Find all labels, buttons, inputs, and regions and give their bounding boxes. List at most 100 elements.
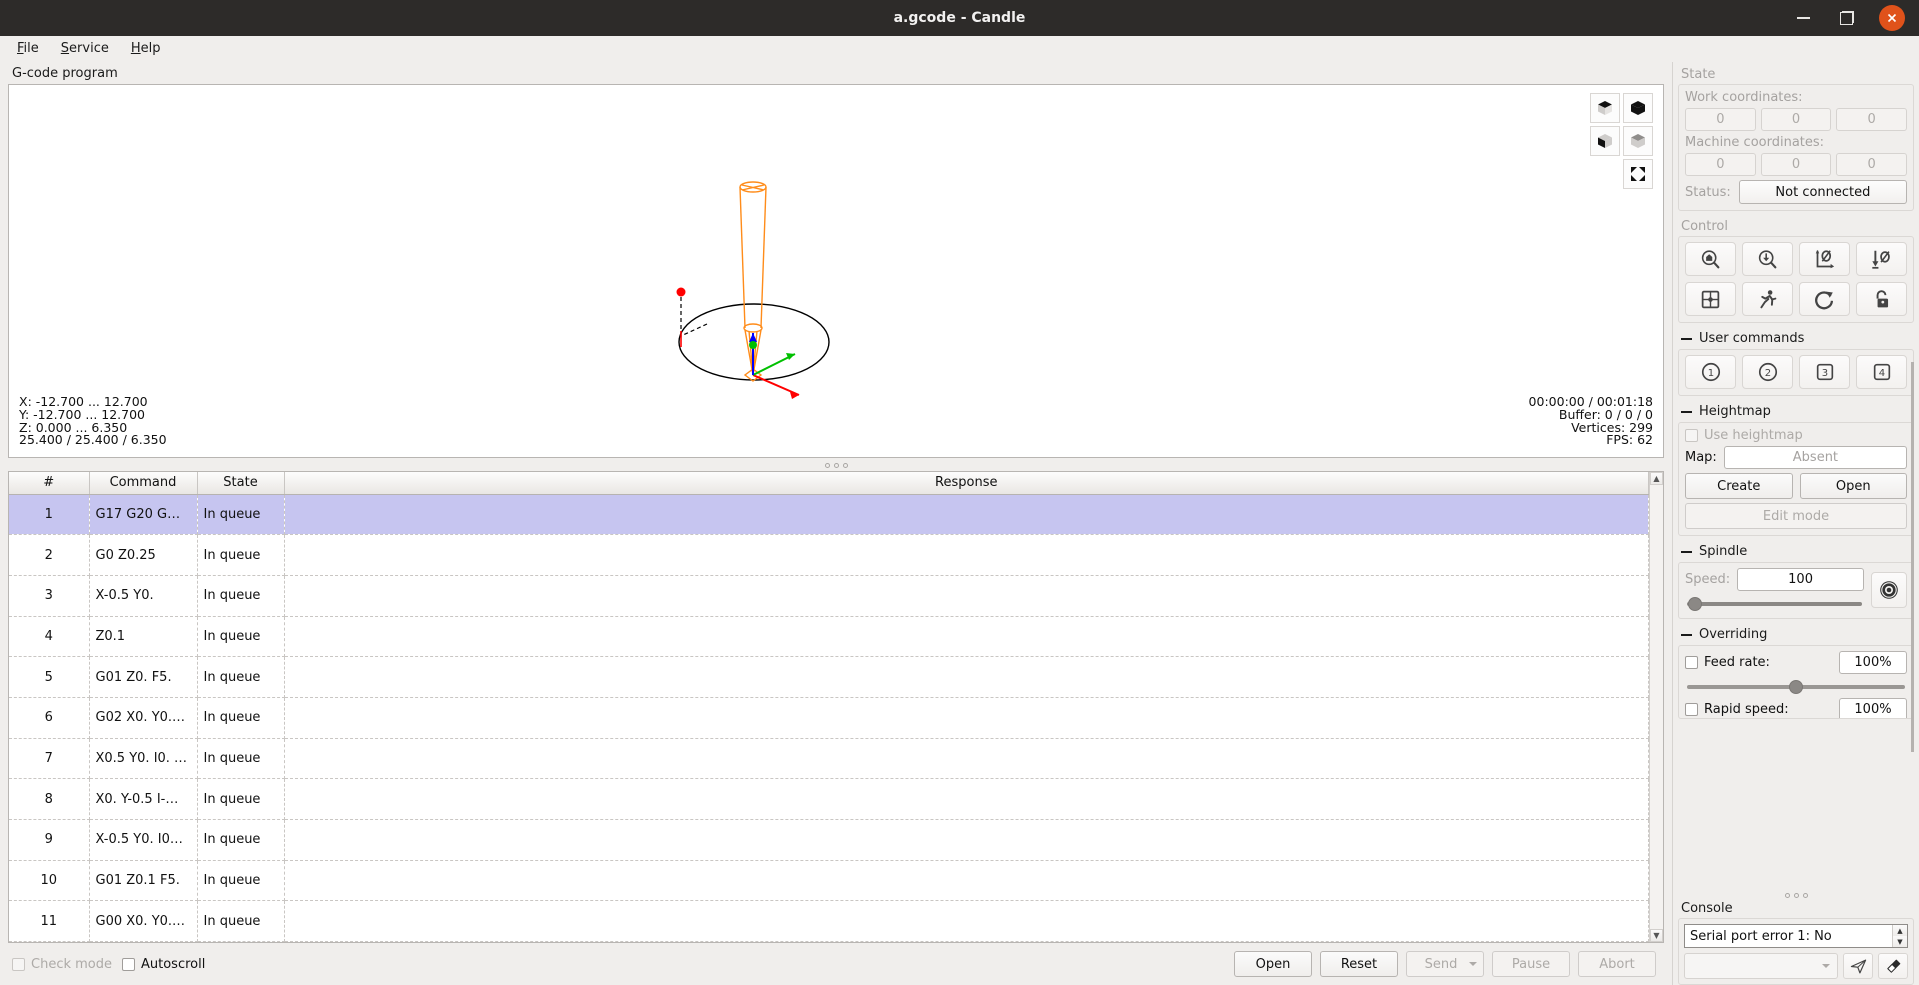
- iso-view-button[interactable]: [1590, 93, 1620, 123]
- feed-rate-field[interactable]: 100%: [1839, 651, 1907, 674]
- console-command-input[interactable]: [1684, 953, 1838, 979]
- heightmap-map-field[interactable]: Absent: [1723, 446, 1907, 469]
- minimize-button[interactable]: [1791, 6, 1815, 30]
- console-scroll-down[interactable]: ▼: [1893, 936, 1907, 947]
- table-row[interactable]: 10 G01 Z0.1 F5. In queue: [9, 860, 1649, 902]
- viewport-canvas[interactable]: [9, 85, 1663, 458]
- menu-file[interactable]: File: [8, 38, 48, 59]
- safe-position-button[interactable]: [1742, 242, 1793, 276]
- fit-button[interactable]: [1623, 159, 1653, 189]
- clear-console-button[interactable]: [1878, 953, 1908, 979]
- maximize-button[interactable]: [1835, 6, 1859, 30]
- heightmap-section[interactable]: Heightmap: [1678, 399, 1914, 422]
- machine-z-field[interactable]: 0: [1836, 153, 1908, 176]
- header-response[interactable]: Response: [284, 472, 1649, 495]
- user-command-4-button[interactable]: 4: [1856, 355, 1907, 389]
- spindle-speed-slider[interactable]: [1685, 596, 1864, 612]
- feed-rate-slider[interactable]: [1685, 679, 1907, 695]
- send-command-button[interactable]: [1843, 953, 1873, 979]
- rapid-speed-field[interactable]: 100%: [1839, 698, 1907, 718]
- console-scroll-up[interactable]: ▲: [1893, 925, 1907, 936]
- control-groupbox: [1678, 236, 1914, 323]
- cell-response: [284, 738, 1649, 780]
- front-view-button[interactable]: [1590, 126, 1620, 156]
- abort-button[interactable]: Abort: [1578, 951, 1656, 977]
- work-x-field[interactable]: 0: [1685, 108, 1756, 131]
- use-heightmap-checkbox[interactable]: Use heightmap: [1685, 428, 1907, 443]
- left-view-button[interactable]: [1623, 126, 1653, 156]
- table-row[interactable]: 2 G0 Z0.25 In queue: [9, 534, 1649, 576]
- header-num[interactable]: #: [9, 472, 90, 495]
- home-button[interactable]: [1685, 242, 1736, 276]
- table-row[interactable]: 7 X0.5 Y0. I0. … In queue: [9, 738, 1649, 780]
- right-panel-splitter[interactable]: [1678, 890, 1914, 901]
- gcode-table-scrollbar[interactable]: ▲ ▼: [1649, 472, 1663, 942]
- user-command-3-button[interactable]: 3: [1799, 355, 1850, 389]
- spindle-toggle-button[interactable]: [1871, 572, 1907, 608]
- close-button[interactable]: [1879, 5, 1905, 31]
- work-y-field[interactable]: 0: [1760, 108, 1832, 131]
- reset-button[interactable]: Reset: [1320, 951, 1398, 977]
- reset-control-button[interactable]: [1799, 282, 1850, 316]
- scroll-up-arrow[interactable]: ▲: [1650, 472, 1663, 485]
- collapse-minus-icon: [1681, 633, 1692, 636]
- heightmap-create-button[interactable]: Create: [1685, 473, 1793, 499]
- top-view-button[interactable]: [1623, 93, 1653, 123]
- table-row[interactable]: 4 Z0.1 In queue: [9, 616, 1649, 658]
- zero-xy-button[interactable]: [1799, 242, 1850, 276]
- cell-num: 3: [9, 575, 90, 617]
- zero-z-button[interactable]: [1856, 242, 1907, 276]
- cell-num: 9: [9, 819, 90, 861]
- user-commands-section[interactable]: User commands: [1678, 326, 1914, 349]
- spindle-section[interactable]: Spindle: [1678, 539, 1914, 562]
- cell-command: G02 X0. Y0.…: [89, 697, 198, 739]
- pause-button[interactable]: Pause: [1492, 951, 1570, 977]
- heightmap-edit-mode-button[interactable]: Edit mode: [1685, 503, 1907, 529]
- check-mode-checkbox[interactable]: Check mode: [12, 957, 112, 972]
- table-row[interactable]: 11 G00 X0. Y0.… In queue: [9, 900, 1649, 942]
- machine-y-field[interactable]: 0: [1760, 153, 1832, 176]
- feed-rate-checkbox[interactable]: Feed rate:: [1685, 655, 1832, 670]
- open-button[interactable]: Open: [1234, 951, 1312, 977]
- console-last-line: Serial port error 1: No: [1690, 928, 1832, 944]
- run-button[interactable]: [1742, 282, 1793, 316]
- autoscroll-box: [122, 957, 135, 971]
- autoscroll-checkbox[interactable]: Autoscroll: [122, 957, 205, 972]
- user-command-1-button[interactable]: 1: [1685, 355, 1736, 389]
- table-row[interactable]: 3 X-0.5 Y0. In queue: [9, 575, 1649, 617]
- scroll-down-arrow[interactable]: ▼: [1650, 929, 1663, 942]
- heightmap-open-button[interactable]: Open: [1799, 473, 1907, 499]
- menu-service[interactable]: Service: [52, 38, 118, 59]
- spindle-speed-field[interactable]: 100: [1737, 568, 1864, 591]
- restore-origin-button[interactable]: [1685, 282, 1736, 316]
- table-row[interactable]: 8 X0. Y-0.5 I-… In queue: [9, 778, 1649, 820]
- chevron-down-icon: [1469, 962, 1477, 966]
- work-z-field[interactable]: 0: [1836, 108, 1908, 131]
- refresh-icon: [1815, 290, 1834, 309]
- square-4-icon: 4: [1873, 363, 1890, 381]
- unlock-button[interactable]: [1856, 282, 1907, 316]
- cell-num: 6: [9, 697, 90, 739]
- rapid-speed-checkbox[interactable]: Rapid speed:: [1685, 702, 1832, 717]
- console-output[interactable]: Serial port error 1: No ▲ ▼: [1684, 924, 1908, 948]
- table-row[interactable]: 5 G01 Z0. F5. In queue: [9, 656, 1649, 698]
- right-panel-scrollbar[interactable]: [1911, 362, 1914, 752]
- header-state[interactable]: State: [197, 472, 285, 495]
- console-scroll-spinner[interactable]: ▲ ▼: [1892, 925, 1907, 947]
- user-command-2-button[interactable]: 2: [1742, 355, 1793, 389]
- send-button[interactable]: Send: [1406, 951, 1484, 977]
- gcode-table: # Command State Response 1 G17 G20 G… In q…: [8, 471, 1664, 943]
- menu-help[interactable]: Help: [122, 38, 170, 59]
- table-row[interactable]: 1 G17 G20 G… In queue: [9, 494, 1649, 536]
- table-row[interactable]: 9 X-0.5 Y0. I0… In queue: [9, 819, 1649, 861]
- gcode-3d-viewport[interactable]: X: -12.700 ... 12.700 Y: -12.700 ... 12.…: [8, 84, 1664, 458]
- machine-x-field[interactable]: 0: [1685, 153, 1756, 176]
- viewport-table-splitter[interactable]: [8, 460, 1664, 471]
- paper-plane-icon: [1850, 959, 1866, 973]
- feed-slider-knob[interactable]: [1789, 680, 1803, 694]
- overriding-section[interactable]: Overriding: [1678, 622, 1914, 645]
- table-row[interactable]: 6 G02 X0. Y0.… In queue: [9, 697, 1649, 739]
- state-section-title: State: [1681, 67, 1716, 82]
- spindle-slider-knob[interactable]: [1688, 597, 1703, 611]
- header-command[interactable]: Command: [89, 472, 198, 495]
